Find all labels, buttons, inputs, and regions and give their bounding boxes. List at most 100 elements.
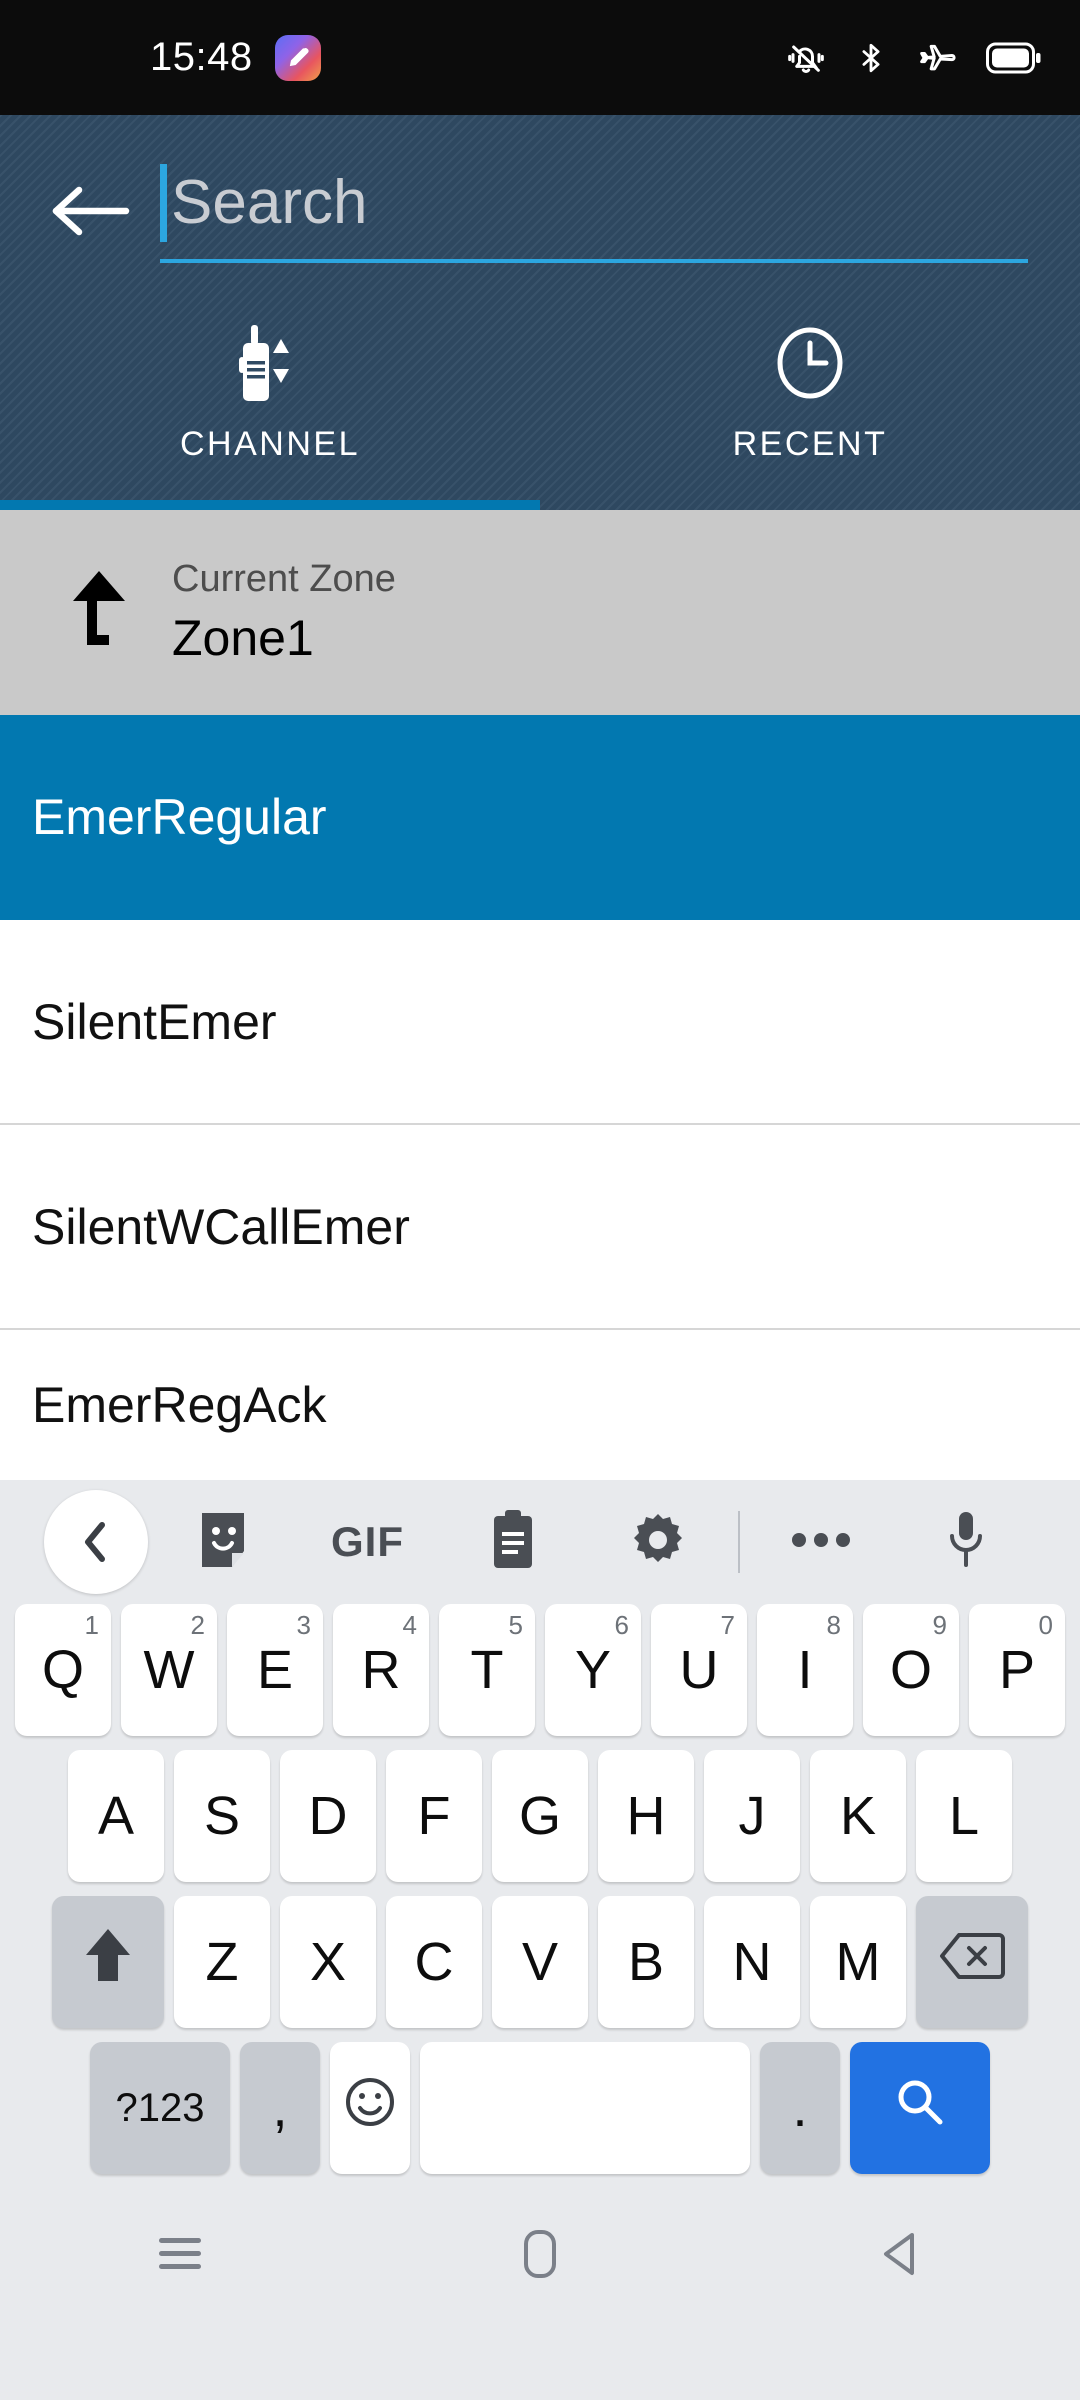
key-number: 4	[402, 1610, 417, 1640]
key-e[interactable]: 3E	[227, 1604, 323, 1736]
status-bar: 15:48	[0, 0, 1080, 115]
key-z[interactable]: Z	[174, 1896, 270, 2028]
keyboard-settings-button[interactable]	[585, 1510, 730, 1575]
channel-list-item[interactable]: EmerRegAck	[0, 1330, 1080, 1480]
key-label: T	[470, 1640, 504, 1700]
key-number: 3	[296, 1610, 311, 1640]
key-b[interactable]: B	[598, 1896, 694, 2028]
voice-input-button[interactable]	[893, 1508, 1038, 1577]
walkie-talkie-icon	[227, 317, 313, 409]
key-n[interactable]: N	[704, 1896, 800, 2028]
bluetooth-icon	[854, 38, 888, 78]
key-p[interactable]: 0P	[969, 1604, 1065, 1736]
key-h[interactable]: H	[598, 1750, 694, 1882]
key-v[interactable]: V	[492, 1896, 588, 2028]
keyboard-row-3: Z X C V B N M	[0, 1896, 1080, 2028]
key-f[interactable]: F	[386, 1750, 482, 1882]
key-number: 9	[932, 1610, 947, 1640]
key-l[interactable]: L	[916, 1750, 1012, 1882]
key-m[interactable]: M	[810, 1896, 906, 2028]
sticker-icon	[194, 1509, 252, 1576]
level-up-arrow-icon	[46, 563, 156, 663]
home-rounded-square-icon	[520, 2228, 560, 2285]
toolbar-divider	[738, 1511, 740, 1573]
key-o[interactable]: 9O	[863, 1604, 959, 1736]
channel-list-item[interactable]: SilentWCallEmer	[0, 1125, 1080, 1330]
search-magnifier-icon	[894, 2076, 946, 2141]
emoji-smiley-icon	[344, 2076, 396, 2141]
search-field[interactable]: Search	[160, 153, 1050, 263]
shift-up-arrow-icon	[82, 1925, 134, 2000]
key-k[interactable]: K	[810, 1750, 906, 1882]
keyboard-row-2: A S D F G H J K L	[0, 1750, 1080, 1882]
channel-list-item[interactable]: SilentEmer	[0, 920, 1080, 1125]
menu-lines-icon	[157, 2234, 203, 2279]
home-button[interactable]	[360, 2228, 720, 2285]
key-w[interactable]: 2W	[121, 1604, 217, 1736]
tab-active-indicator	[0, 500, 540, 510]
key-u[interactable]: 7U	[651, 1604, 747, 1736]
current-zone-bar[interactable]: Current Zone Zone1	[0, 510, 1080, 715]
tab-recent[interactable]: RECENT	[540, 295, 1080, 510]
emoji-key[interactable]	[330, 2042, 410, 2174]
gif-button[interactable]: GIF	[295, 1518, 440, 1566]
sticker-button[interactable]	[150, 1509, 295, 1576]
key-d[interactable]: D	[280, 1750, 376, 1882]
keyboard-more-button[interactable]	[748, 1530, 893, 1555]
key-t[interactable]: 5T	[439, 1604, 535, 1736]
text-cursor	[160, 164, 167, 242]
channel-list-item-selected[interactable]: EmerRegular	[0, 715, 1080, 920]
backspace-icon	[939, 1931, 1005, 1994]
tab-channel[interactable]: CHANNEL	[0, 295, 540, 510]
key-s[interactable]: S	[174, 1750, 270, 1882]
key-i[interactable]: 8I	[757, 1604, 853, 1736]
key-a[interactable]: A	[68, 1750, 164, 1882]
key-g[interactable]: G	[492, 1750, 588, 1882]
space-key[interactable]	[420, 2042, 750, 2174]
battery-icon	[986, 41, 1042, 75]
tab-recent-label: RECENT	[732, 425, 888, 463]
back-button-nav[interactable]	[720, 2230, 1080, 2283]
airplane-mode-icon	[916, 38, 958, 78]
shift-key[interactable]	[52, 1896, 164, 2028]
gif-icon: GIF	[331, 1518, 404, 1565]
key-label: R	[361, 1640, 401, 1700]
back-button[interactable]	[42, 163, 138, 259]
key-number: 5	[508, 1610, 523, 1640]
key-j[interactable]: J	[704, 1750, 800, 1882]
status-bar-right	[786, 38, 1042, 78]
keyboard-toolbar: GIF	[0, 1480, 1080, 1604]
key-label: I	[797, 1640, 813, 1700]
header-tabs: CHANNEL RECENT	[0, 295, 1080, 510]
zone-caption: Current Zone	[172, 557, 396, 600]
search-input-line[interactable]: Search	[160, 153, 1050, 253]
key-number: 0	[1038, 1610, 1053, 1640]
more-dots-icon	[790, 1530, 852, 1555]
status-bar-clock: 15:48	[150, 35, 253, 79]
key-r[interactable]: 4R	[333, 1604, 429, 1736]
key-c[interactable]: C	[386, 1896, 482, 2028]
recents-button[interactable]	[0, 2234, 360, 2279]
clipboard-button[interactable]	[440, 1508, 585, 1577]
zone-value: Zone1	[172, 610, 314, 666]
keyboard-back-button[interactable]	[42, 1490, 150, 1594]
status-bar-left: 15:48	[150, 34, 321, 81]
key-x[interactable]: X	[280, 1896, 376, 2028]
search-underline	[160, 259, 1028, 263]
period-key[interactable]: .	[760, 2042, 840, 2174]
key-q[interactable]: 1Q	[15, 1604, 111, 1736]
symbols-key[interactable]: ?123	[90, 2042, 230, 2174]
on-screen-keyboard: G I F 1 Q 2 W 3 E 4 R 5 T 6 Y 7 U 8 I 9 O …	[0, 1480, 1080, 2196]
key-y[interactable]: 6Y	[545, 1604, 641, 1736]
tab-channel-label: CHANNEL	[180, 425, 360, 463]
vibrate-icon	[786, 38, 826, 78]
chevron-left-icon[interactable]	[44, 1490, 148, 1594]
comma-key[interactable]: ,	[240, 2042, 320, 2174]
clipboard-icon	[486, 1508, 540, 1577]
backspace-key[interactable]	[916, 1896, 1028, 2028]
search-placeholder: Search	[171, 168, 368, 237]
key-label: W	[143, 1640, 195, 1700]
key-label: U	[679, 1640, 719, 1700]
search-enter-key[interactable]	[850, 2042, 990, 2174]
key-label: O	[889, 1640, 932, 1700]
